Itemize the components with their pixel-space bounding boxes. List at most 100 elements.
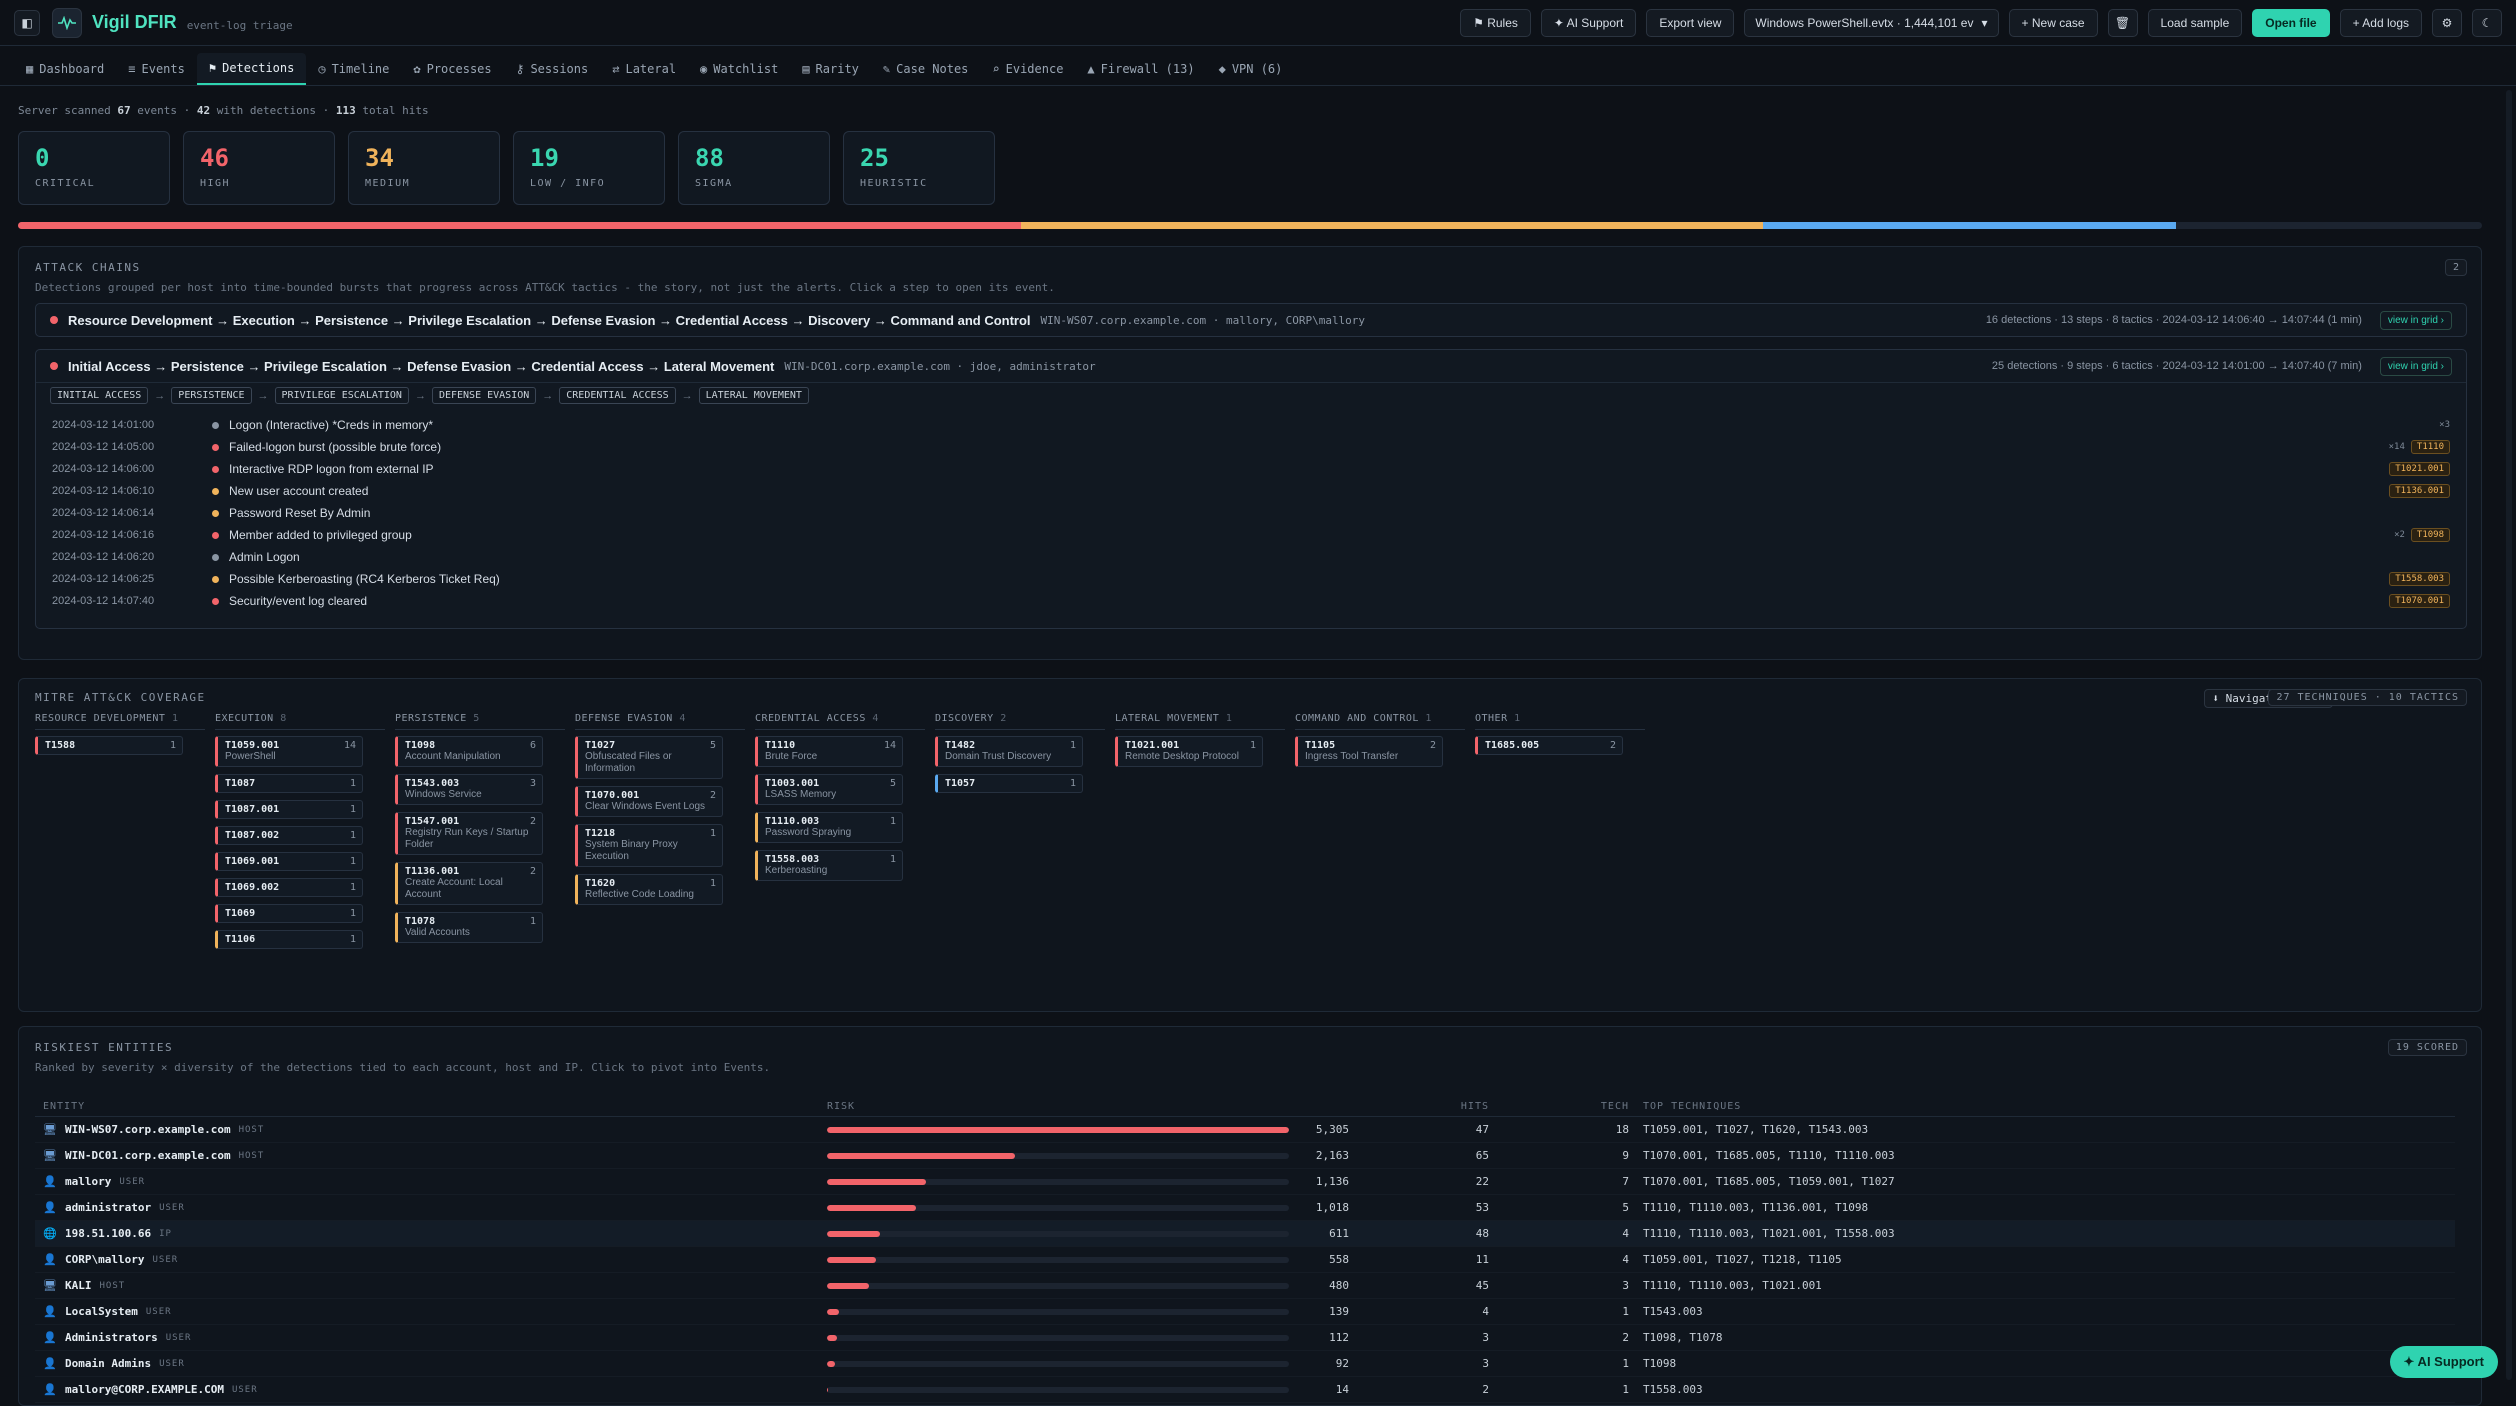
tab-rarity[interactable]: ▤Rarity (790, 53, 871, 85)
technique-badge[interactable]: T1136.001 (2389, 484, 2450, 498)
load-sample-button[interactable]: Load sample (2148, 9, 2243, 37)
tab-detections[interactable]: ⚑Detections (197, 53, 306, 85)
technique-card[interactable]: T1069.0011 (215, 852, 363, 871)
technique-card[interactable]: T1078Valid Accounts1 (395, 912, 543, 943)
technique-card[interactable]: T10871 (215, 774, 363, 793)
stat-card-medium[interactable]: 34MEDIUM (348, 131, 500, 205)
technique-card[interactable]: T1110Brute Force14 (755, 736, 903, 767)
stat-card-high[interactable]: 46HIGH (183, 131, 335, 205)
technique-card[interactable]: T1547.001Registry Run Keys / Startup Fol… (395, 812, 543, 855)
new-case-button[interactable]: + New case (2009, 9, 2098, 37)
chain-step[interactable]: 2024-03-12 14:07:40Security/event log cl… (36, 590, 2466, 612)
severity-dot (212, 554, 219, 561)
technique-card[interactable]: T1059.001PowerShell14 (215, 736, 363, 767)
table-row[interactable]: 👤Domain AdminsUSER9231T1098 (35, 1351, 2455, 1377)
tactic-chip[interactable]: PRIVILEGE ESCALATION (275, 387, 409, 404)
file-select[interactable]: Windows PowerShell.evtx · 1,444,101 ev ▾ (1744, 9, 1998, 37)
tactic-chip[interactable]: LATERAL MOVEMENT (699, 387, 809, 404)
ai-support-button[interactable]: ✦ AI Support (1541, 9, 1636, 37)
view-in-grid-button[interactable]: view in grid › (2380, 357, 2452, 376)
tactic-column-header: COMMAND AND CONTROL 1 (1295, 713, 1465, 730)
tab-processes[interactable]: ✿Processes (401, 53, 503, 85)
tactic-chip[interactable]: INITIAL ACCESS (50, 387, 148, 404)
tab-events[interactable]: ≡Events (116, 53, 197, 85)
tab-evidence[interactable]: ⌕Evidence (980, 53, 1075, 85)
technique-card[interactable]: T1105Ingress Tool Transfer2 (1295, 736, 1443, 767)
technique-card[interactable]: T1098Account Manipulation6 (395, 736, 543, 767)
table-row[interactable]: 🖥WIN-DC01.corp.example.comHOST2,163659T1… (35, 1143, 2455, 1169)
stat-card-heuristic[interactable]: 25HEURISTIC (843, 131, 995, 205)
add-logs-button[interactable]: + Add logs (2340, 9, 2422, 37)
table-row[interactable]: 👤CORP\malloryUSER558114T1059.001, T1027,… (35, 1247, 2455, 1273)
technique-card[interactable]: T1558.003Kerberoasting1 (755, 850, 903, 881)
technique-card[interactable]: T1136.001Create Account: Local Account2 (395, 862, 543, 905)
tab-dashboard[interactable]: ▦Dashboard (14, 53, 116, 85)
tab-lateral[interactable]: ⇄Lateral (600, 53, 688, 85)
tactic-chip[interactable]: CREDENTIAL ACCESS (559, 387, 675, 404)
technique-card[interactable]: T1543.003Windows Service3 (395, 774, 543, 805)
floating-ai-support-button[interactable]: ✦ AI Support (2390, 1346, 2498, 1378)
sidebar-toggle-button[interactable]: ◧ (14, 10, 40, 36)
chain-step[interactable]: 2024-03-12 14:06:20Admin Logon (36, 546, 2466, 568)
table-row[interactable]: 👤mallory@CORP.EXAMPLE.COMUSER1421T1558.0… (35, 1377, 2455, 1403)
technique-card[interactable]: T1021.001Remote Desktop Protocol1 (1115, 736, 1263, 767)
chain-step[interactable]: 2024-03-12 14:01:00Logon (Interactive) *… (36, 414, 2466, 436)
technique-card[interactable]: T1218System Binary Proxy Execution1 (575, 824, 723, 867)
stat-card-critical[interactable]: 0CRITICAL (18, 131, 170, 205)
table-row[interactable]: 👤administratorUSER1,018535T1110, T1110.0… (35, 1195, 2455, 1221)
tactic-chip[interactable]: PERSISTENCE (171, 387, 251, 404)
table-row[interactable]: 🖥KALIHOST480453T1110, T1110.003, T1021.0… (35, 1273, 2455, 1299)
technique-card[interactable]: T1110.003Password Spraying1 (755, 812, 903, 843)
stat-card-low-info[interactable]: 19LOW / INFO (513, 131, 665, 205)
tab-timeline[interactable]: ◷Timeline (306, 53, 401, 85)
technique-card[interactable]: T1027Obfuscated Files or Information5 (575, 736, 723, 779)
chain-step[interactable]: 2024-03-12 14:06:14Password Reset By Adm… (36, 502, 2466, 524)
trash-icon[interactable]: 🗑 (2108, 9, 2138, 37)
entity-cell: 🖥WIN-DC01.corp.example.comHOST (35, 1149, 827, 1162)
chain-step[interactable]: 2024-03-12 14:05:00Failed-logon burst (p… (36, 436, 2466, 458)
technique-card[interactable]: T1482Domain Trust Discovery1 (935, 736, 1083, 767)
tactic-chip[interactable]: DEFENSE EVASION (432, 387, 536, 404)
technique-card[interactable]: T1003.001LSASS Memory5 (755, 774, 903, 805)
tab-sessions[interactable]: ⚷Sessions (504, 53, 601, 85)
attack-chain-1[interactable]: Resource Development → Execution → Persi… (35, 303, 2467, 337)
technique-badge[interactable]: T1110 (2411, 440, 2450, 454)
tab-vpn[interactable]: ◆VPN (6) (1207, 53, 1295, 85)
table-row[interactable]: 👤malloryUSER1,136227T1070.001, T1685.005… (35, 1169, 2455, 1195)
technique-badge[interactable]: T1098 (2411, 528, 2450, 542)
attack-chain-2[interactable]: Initial Access → Persistence → Privilege… (35, 349, 2467, 629)
technique-badge[interactable]: T1558.003 (2389, 572, 2450, 586)
technique-card[interactable]: T11061 (215, 930, 363, 949)
technique-card[interactable]: T1069.0021 (215, 878, 363, 897)
technique-card[interactable]: T1087.0011 (215, 800, 363, 819)
tactic-column: RESOURCE DEVELOPMENT 1T15881 (35, 713, 205, 956)
rules-button[interactable]: ⚑ Rules (1460, 9, 1531, 37)
technique-card[interactable]: T10571 (935, 774, 1083, 793)
technique-card[interactable]: T10691 (215, 904, 363, 923)
tab-firewall[interactable]: ▲Firewall (13) (1075, 53, 1206, 85)
stat-card-sigma[interactable]: 88SIGMA (678, 131, 830, 205)
gear-icon[interactable]: ⚙ (2432, 9, 2462, 37)
export-view-button[interactable]: Export view (1646, 9, 1734, 37)
view-in-grid-button[interactable]: view in grid › (2380, 311, 2452, 330)
open-file-button[interactable]: Open file (2252, 9, 2329, 37)
moon-icon[interactable]: ☾ (2472, 9, 2502, 37)
technique-card[interactable]: T1685.0052 (1475, 736, 1623, 755)
technique-card[interactable]: T1620Reflective Code Loading1 (575, 874, 723, 905)
table-row[interactable]: 👤LocalSystemUSER13941T1543.003 (35, 1299, 2455, 1325)
chain-step[interactable]: 2024-03-12 14:06:10New user account crea… (36, 480, 2466, 502)
technique-card[interactable]: T15881 (35, 736, 183, 755)
technique-badge[interactable]: T1021.001 (2389, 462, 2450, 476)
technique-badge[interactable]: T1070.001 (2389, 594, 2450, 608)
page-scrollbar[interactable] (2506, 90, 2512, 1380)
technique-card[interactable]: T1070.001Clear Windows Event Logs2 (575, 786, 723, 817)
chain-step[interactable]: 2024-03-12 14:06:00Interactive RDP logon… (36, 458, 2466, 480)
chain-step[interactable]: 2024-03-12 14:06:16Member added to privi… (36, 524, 2466, 546)
table-row[interactable]: 🌐198.51.100.66IP611484T1110, T1110.003, … (35, 1221, 2455, 1247)
table-row[interactable]: 👤AdministratorsUSER11232T1098, T1078 (35, 1325, 2455, 1351)
tab-watchlist[interactable]: ◉Watchlist (688, 53, 790, 85)
tab-case-notes[interactable]: ✎Case Notes (871, 53, 980, 85)
technique-card[interactable]: T1087.0021 (215, 826, 363, 845)
chain-step[interactable]: 2024-03-12 14:06:25Possible Kerberoastin… (36, 568, 2466, 590)
table-row[interactable]: 🖥WIN-WS07.corp.example.comHOST5,3054718T… (35, 1117, 2455, 1143)
